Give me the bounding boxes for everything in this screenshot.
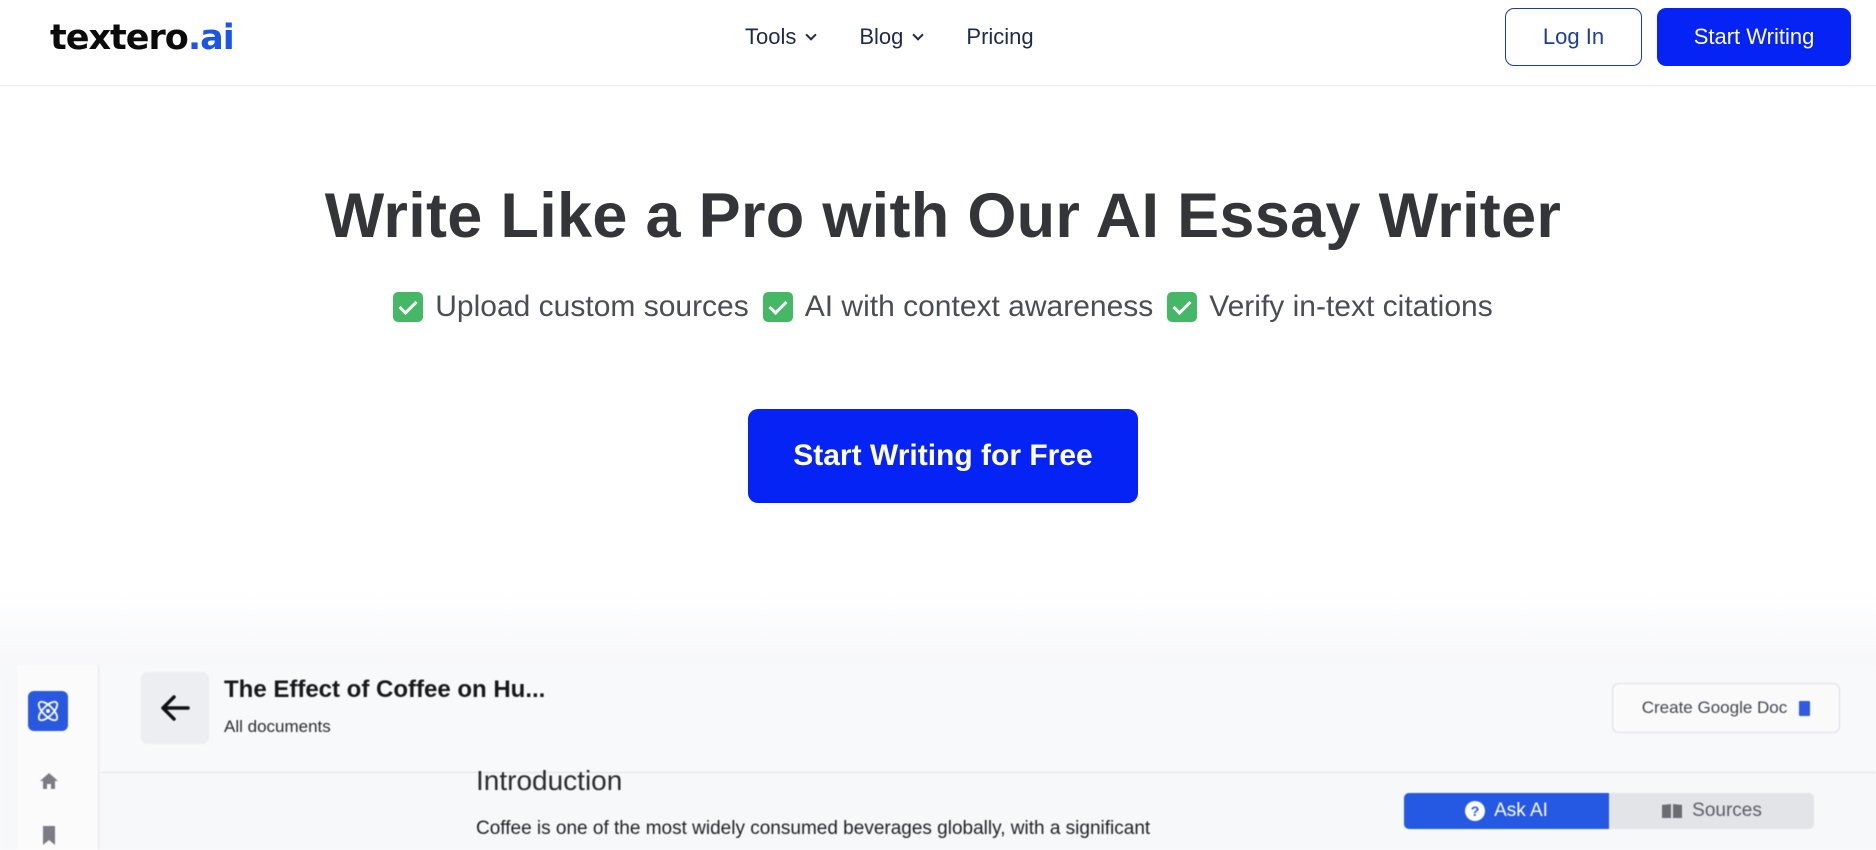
app-sidebar: [17, 665, 99, 850]
bookmark-icon[interactable]: [39, 825, 59, 845]
feature-label: Verify in-text citations: [1209, 290, 1493, 323]
feature-item: Verify in-text citations: [1167, 290, 1493, 324]
arrow-left-icon: [161, 695, 190, 721]
create-google-doc-label: Create Google Doc: [1641, 698, 1788, 717]
feature-label: Upload custom sources: [435, 290, 749, 323]
menu-item-label: Tools: [745, 24, 797, 49]
home-icon[interactable]: [39, 771, 59, 791]
tab-ask-ai[interactable]: ? Ask AI: [1404, 793, 1609, 829]
chevron-down-icon: [912, 28, 925, 41]
login-button[interactable]: Log In: [1505, 8, 1642, 66]
start-writing-free-button[interactable]: Start Writing for Free: [748, 409, 1138, 503]
top-navbar: textero .ai Tools Blog Pricing Log In Sta…: [0, 0, 1876, 86]
document-header: The Effect of Coffee on Hu... All docume…: [100, 665, 1876, 773]
menu-item-label: Blog: [859, 24, 904, 49]
tab-label: Ask AI: [1494, 800, 1548, 821]
document-body-text[interactable]: Coffee is one of the most widely consume…: [476, 818, 1150, 840]
breadcrumb-all-documents[interactable]: All documents: [224, 717, 331, 737]
menu-item-tools[interactable]: Tools: [745, 24, 818, 50]
create-google-doc-button[interactable]: Create Google Doc: [1612, 683, 1840, 733]
feature-label: AI with context awareness: [804, 290, 1154, 323]
menu-item-blog[interactable]: Blog: [859, 24, 925, 50]
book-icon: [1662, 804, 1683, 818]
chevron-down-icon: [805, 28, 818, 41]
check-icon: [762, 292, 793, 322]
app-logo-icon[interactable]: [28, 691, 68, 731]
logo-text: textero: [50, 18, 189, 58]
main-menu: Tools Blog Pricing: [745, 20, 1034, 54]
assistant-tabs: ? Ask AI Sources: [1404, 793, 1814, 829]
tab-label: Sources: [1692, 800, 1762, 821]
hero-title: Write Like a Pro with Our AI Essay Write…: [324, 181, 1562, 251]
app-preview: The Effect of Coffee on Hu... All docume…: [0, 665, 1876, 850]
check-icon: [393, 292, 424, 322]
question-icon: ?: [1465, 801, 1486, 821]
section-heading: Introduction: [476, 765, 623, 796]
document-title: The Effect of Coffee on Hu...: [224, 676, 546, 703]
feature-item: AI with context awareness: [762, 290, 1154, 324]
start-writing-button[interactable]: Start Writing: [1657, 8, 1851, 66]
check-icon: [1167, 292, 1198, 322]
tab-sources[interactable]: Sources: [1609, 793, 1814, 829]
textero-logo[interactable]: textero .ai: [50, 14, 235, 62]
google-doc-icon: [1799, 700, 1811, 716]
menu-item-pricing[interactable]: Pricing: [966, 24, 1033, 50]
feature-item: Upload custom sources: [393, 290, 749, 324]
logo-accent-text: .ai: [187, 18, 235, 58]
back-button[interactable]: [141, 672, 209, 744]
feature-list: Upload custom sources AI with context aw…: [0, 290, 1876, 324]
menu-item-label: Pricing: [966, 24, 1034, 49]
